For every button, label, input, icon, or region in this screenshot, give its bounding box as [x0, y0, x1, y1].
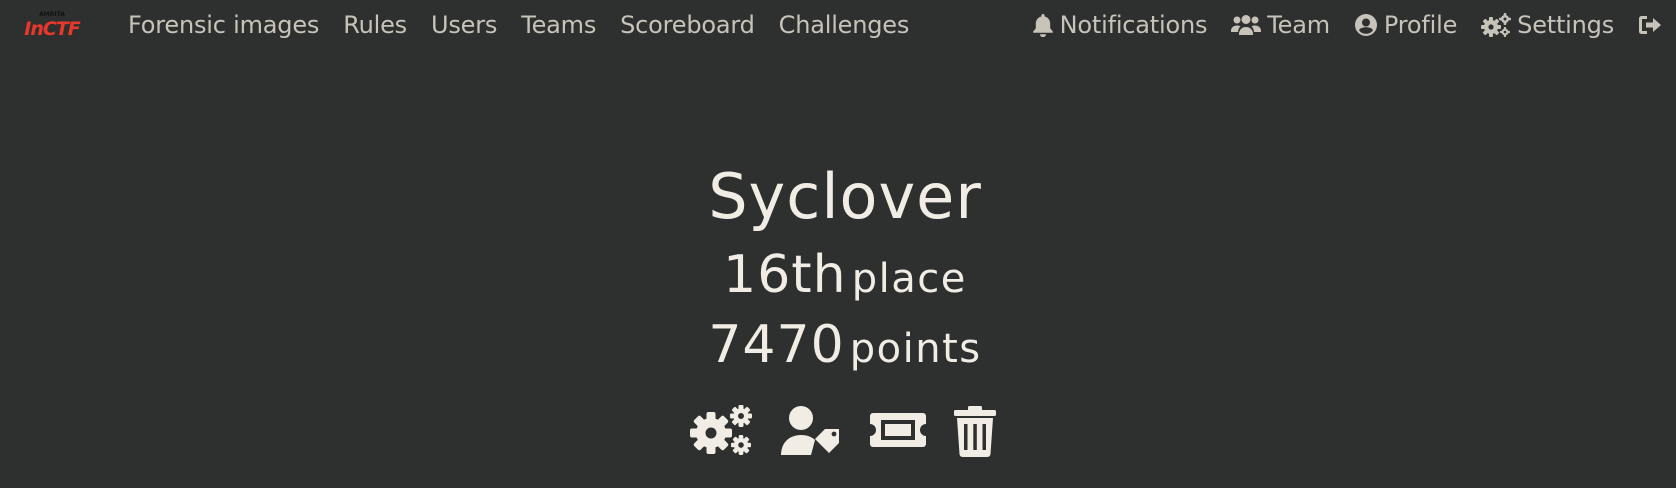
- cogs-icon: [1481, 13, 1512, 37]
- navbar: AMRITA InCTF Forensic images Rules Users…: [0, 0, 1676, 50]
- user-circle-icon: [1354, 14, 1377, 36]
- nav-left: Forensic images Rules Users Teams Scoreb…: [128, 0, 933, 50]
- logo-link[interactable]: AMRITA InCTF: [22, 10, 82, 40]
- nav-users[interactable]: Users: [431, 11, 497, 39]
- team-name: Syclover: [708, 160, 982, 233]
- nav-profile-label: Profile: [1383, 11, 1458, 39]
- team-actions: [689, 405, 1023, 457]
- trash-icon: [954, 406, 996, 457]
- edit-team-button[interactable]: [689, 405, 753, 457]
- nav-challenges[interactable]: Challenges: [779, 11, 910, 39]
- nav-notifications-label: Notifications: [1059, 11, 1208, 39]
- place-number: 16th: [723, 245, 847, 305]
- inctf-logo: AMRITA InCTF: [24, 11, 82, 40]
- team-points: 7470 points: [0, 312, 1676, 390]
- nav-team[interactable]: Team: [1231, 11, 1330, 39]
- nav-profile[interactable]: Profile: [1354, 11, 1457, 39]
- nav-teams[interactable]: Teams: [521, 11, 596, 39]
- nav-right: Notifications Team Profile Settings: [1008, 0, 1676, 50]
- nav-notifications[interactable]: Notifications: [1032, 11, 1208, 39]
- nav-rules[interactable]: Rules: [343, 11, 407, 39]
- team-place: 16th place: [0, 242, 1676, 320]
- users-icon: [1231, 15, 1262, 35]
- points-number: 7470: [708, 315, 845, 375]
- points-label: points: [849, 326, 982, 372]
- nav-settings-label: Settings: [1517, 11, 1614, 39]
- nav-forensic-images[interactable]: Forensic images: [128, 11, 319, 39]
- nav-logout[interactable]: [1638, 14, 1676, 36]
- ticket-icon: [870, 413, 926, 447]
- sign-out-icon: [1639, 16, 1661, 34]
- place-label: place: [851, 256, 967, 302]
- nav-team-label: Team: [1267, 11, 1330, 39]
- change-captain-button[interactable]: [779, 405, 843, 457]
- disband-team-button[interactable]: [953, 405, 997, 457]
- svg-text:AMRITA: AMRITA: [39, 11, 65, 18]
- team-invite-button[interactable]: [869, 405, 927, 457]
- nav-scoreboard[interactable]: Scoreboard: [620, 11, 755, 39]
- user-tag-icon: [781, 406, 839, 455]
- cogs-icon: [690, 405, 752, 455]
- bell-icon: [1032, 14, 1053, 37]
- nav-settings[interactable]: Settings: [1481, 11, 1614, 39]
- svg-text:InCTF: InCTF: [24, 18, 81, 38]
